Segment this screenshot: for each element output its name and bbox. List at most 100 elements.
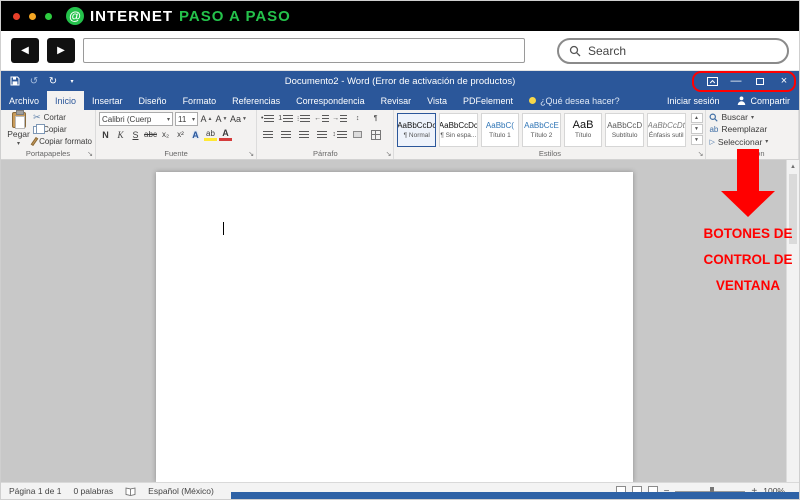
sort-button[interactable]: ↕: [350, 112, 365, 125]
page-indicator[interactable]: Página 1 de 1: [9, 486, 61, 496]
styles-more-icon[interactable]: ▼: [690, 135, 703, 145]
style-heading2[interactable]: AaBbCcE Título 2: [522, 113, 561, 147]
tab-diseno[interactable]: Diseño: [131, 91, 175, 110]
tab-inicio[interactable]: Inicio: [47, 91, 85, 110]
annotation-line-1: BOTONES DE: [703, 226, 793, 241]
forward-button[interactable]: ▶: [47, 38, 75, 63]
subscript-button[interactable]: x₂: [159, 128, 172, 141]
sign-in-button[interactable]: Iniciar sesión: [658, 91, 729, 110]
redo-icon[interactable]: ↻: [47, 75, 59, 87]
share-button[interactable]: Compartir: [728, 91, 799, 110]
save-icon[interactable]: [9, 75, 21, 87]
change-case-button[interactable]: Aa ▼: [230, 113, 247, 126]
tab-formato[interactable]: Formato: [175, 91, 225, 110]
text-effects-button[interactable]: A: [189, 128, 202, 141]
close-button[interactable]: ×: [772, 72, 796, 90]
tab-referencias[interactable]: Referencias: [224, 91, 288, 110]
maximize-button[interactable]: [748, 72, 772, 90]
borders-button[interactable]: [368, 128, 383, 141]
copy-button[interactable]: Copiar: [33, 123, 92, 135]
italic-button[interactable]: K: [114, 128, 127, 141]
font-color-button[interactable]: A: [219, 128, 232, 141]
increase-indent-button[interactable]: →: [332, 112, 348, 125]
replace-button[interactable]: ab Reemplazar: [709, 124, 795, 134]
site-header: @ INTERNET PASO A PASO: [1, 1, 799, 31]
styles-scroll-down-icon[interactable]: ▼: [690, 124, 703, 134]
style-subtle-emphasis[interactable]: AaBbCcDt Énfasis sutil: [646, 113, 686, 147]
bold-button[interactable]: N: [99, 128, 112, 141]
highlight-color-button[interactable]: ab: [204, 128, 217, 141]
format-painter-button[interactable]: Copiar formato: [30, 136, 92, 147]
scroll-up-icon[interactable]: ▲: [787, 160, 799, 173]
align-left-icon: [262, 130, 273, 139]
select-chevron-icon: ▾: [765, 139, 769, 146]
clipboard-dialog-launcher[interactable]: ↘: [87, 151, 93, 158]
line-spacing-button[interactable]: ↕: [332, 128, 347, 141]
paragraph-dialog-launcher[interactable]: ↘: [386, 151, 392, 158]
align-center-button[interactable]: [278, 128, 293, 141]
font-size-select[interactable]: 11 ▾: [175, 112, 198, 126]
change-case-chevron-icon: ▼: [242, 116, 247, 122]
vertical-scrollbar[interactable]: ▲: [786, 160, 799, 482]
undo-icon[interactable]: ↺: [28, 75, 40, 87]
tab-revisar[interactable]: Revisar: [373, 91, 420, 110]
tab-correspondencia[interactable]: Correspondencia: [288, 91, 373, 110]
address-bar[interactable]: [83, 38, 525, 63]
minimize-button[interactable]: —: [724, 72, 748, 90]
font-dialog-launcher[interactable]: ↘: [248, 151, 254, 158]
bottom-blue-strip: [231, 492, 799, 499]
select-cursor-icon: ▷: [709, 138, 715, 146]
qat-customize-icon[interactable]: ▾: [66, 75, 78, 87]
styles-scroll-up-icon[interactable]: ▲: [690, 113, 703, 123]
font-family-select[interactable]: Calibri (Cuerp ▾: [99, 112, 173, 126]
tab-archivo[interactable]: Archivo: [1, 91, 47, 110]
list-lines-icon: [283, 114, 294, 123]
style-sample: AaB: [572, 119, 594, 131]
justify-button[interactable]: [314, 128, 329, 141]
style-title[interactable]: AaB Título: [563, 113, 603, 147]
tab-insertar[interactable]: Insertar: [84, 91, 131, 110]
ribbon-display-options-button[interactable]: [700, 72, 724, 90]
style-heading1[interactable]: AaBbC( Título 1: [480, 113, 520, 147]
shrink-font-button[interactable]: A ▼: [215, 113, 228, 126]
annotation-line-2: CONTROL DE: [703, 252, 793, 267]
style-normal[interactable]: AaBbCcDc ¶ Normal: [397, 113, 437, 147]
font-row-1: Calibri (Cuerp ▾ 11 ▾ A ▲ A ▼ Aa ▼: [99, 112, 253, 126]
shading-button[interactable]: [350, 128, 365, 141]
find-button[interactable]: Buscar ▾: [709, 112, 795, 122]
clipboard-group: Pegar ▾ ✂ Cortar Copiar Copiar formato P…: [1, 110, 96, 159]
superscript-button[interactable]: x²: [174, 128, 187, 141]
screenshot-root: @ INTERNET PASO A PASO ◀ ▶ Search ↺ ↻ ▾ …: [0, 0, 800, 500]
search-box[interactable]: Search: [557, 37, 789, 64]
tab-vista[interactable]: Vista: [419, 91, 455, 110]
select-button[interactable]: ▷ Seleccionar ▾: [709, 137, 795, 147]
align-left-button[interactable]: [260, 128, 275, 141]
styles-dialog-launcher[interactable]: ↘: [698, 151, 704, 158]
browser-toolbar: ◀ ▶ Search: [1, 31, 799, 71]
outdent-arrow-icon: ←: [314, 115, 322, 122]
style-subtitle[interactable]: AaBbCcD Subtítulo: [605, 113, 644, 147]
document-page[interactable]: [156, 172, 633, 482]
align-right-icon: [298, 130, 309, 139]
proofing-button[interactable]: [125, 487, 136, 496]
grow-font-button[interactable]: A ▲: [200, 113, 213, 126]
share-label: Compartir: [750, 95, 790, 106]
editing-group: Buscar ▾ ab Reemplazar ▷ Seleccionar ▾ E…: [706, 110, 799, 159]
style-no-spacing[interactable]: AaBbCcDc ¶ Sin espa...: [439, 113, 478, 147]
decrease-indent-button[interactable]: ←: [314, 112, 330, 125]
numbered-list-button[interactable]: 1: [278, 112, 294, 125]
bullet-list-button[interactable]: •: [260, 112, 275, 125]
multilevel-list-button[interactable]: ⁝: [296, 112, 311, 125]
style-name: Énfasis sutil: [648, 132, 684, 139]
paste-button[interactable]: Pegar ▾: [4, 110, 33, 147]
language-indicator[interactable]: Español (México): [148, 486, 214, 496]
tab-pdfelement[interactable]: PDFelement: [455, 91, 521, 110]
word-count[interactable]: 0 palabras: [73, 486, 113, 496]
show-paragraph-marks-button[interactable]: ¶: [368, 112, 383, 125]
align-right-button[interactable]: [296, 128, 311, 141]
underline-button[interactable]: S: [129, 128, 142, 141]
back-button[interactable]: ◀: [11, 38, 39, 63]
strikethrough-button[interactable]: abc: [144, 128, 157, 141]
cut-button[interactable]: ✂ Cortar: [33, 112, 92, 123]
tell-me-box[interactable]: ¿Qué desea hacer?: [521, 91, 628, 110]
